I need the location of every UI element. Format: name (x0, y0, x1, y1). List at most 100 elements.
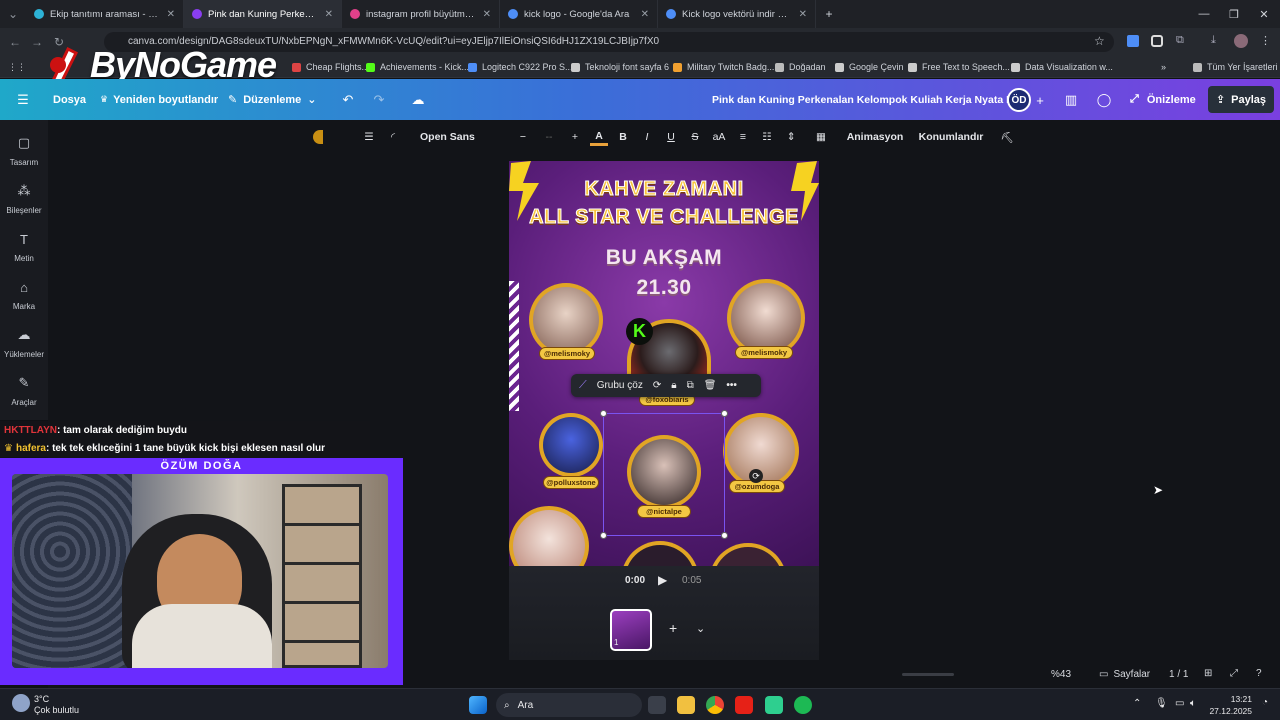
preview-button[interactable]: ⤢ Önizleme (1130, 79, 1196, 120)
puzzle-extensions-icon[interactable]: ⧉ (1176, 34, 1184, 47)
underline-button[interactable]: U (662, 124, 680, 150)
bullet-list-icon[interactable]: ☷ (758, 124, 776, 150)
analytics-chart-icon[interactable]: ▥ (1062, 91, 1080, 109)
close-tab-icon[interactable]: ✕ (167, 9, 175, 20)
browser-tab-active[interactable]: Pink dan Kuning Perkenalan Ke ✕ (184, 0, 342, 28)
sidebar-item-tools[interactable]: ✎ Araçlar (0, 372, 48, 418)
volume-icon[interactable]: 🔈︎ (1190, 698, 1196, 709)
browser-tab[interactable]: instagram profil büyütme insta ✕ (342, 0, 500, 28)
extension-icon[interactable] (1151, 35, 1163, 47)
play-icon[interactable]: ▶ (658, 573, 667, 587)
browser-tab[interactable]: Kick logo vektörü indir Kick ya ✕ (658, 0, 816, 28)
curve-icon[interactable]: ◜ (384, 124, 402, 150)
all-bookmarks-folder[interactable]: Tüm Yer İşaretleri (1193, 60, 1278, 74)
translate-icon[interactable] (1127, 35, 1139, 47)
clock-time[interactable]: 13:21 (1202, 694, 1252, 704)
line-weight-icon[interactable]: ☰ (360, 124, 378, 150)
sidebar-item-uploads[interactable]: ☁ Yüklemeler (0, 324, 48, 370)
text-color-icon[interactable]: A (590, 128, 608, 146)
bookmark-item[interactable]: Data Visualization w... (1011, 60, 1113, 74)
bookmark-item[interactable]: Cheap Flights... (292, 60, 369, 74)
file-menu[interactable]: Dosya (53, 79, 86, 120)
taskbar-search[interactable]: ⌕ Ara (496, 693, 642, 717)
clock-date[interactable]: 27.12.2025 (1202, 706, 1252, 716)
hamburger-menu-icon[interactable]: ☰ (14, 91, 32, 109)
minimize-window-icon[interactable]: — (1189, 0, 1219, 28)
font-size-input[interactable]: -- (534, 124, 564, 150)
close-window-icon[interactable]: ✕ (1249, 0, 1279, 28)
close-tab-icon[interactable]: ✕ (799, 9, 807, 20)
page-thumbnail[interactable]: 1 (610, 609, 652, 651)
grid-view-icon[interactable]: ⊞ (1204, 668, 1212, 679)
bookmark-item[interactable]: Google Çevin (835, 60, 904, 74)
more-bookmarks-icon[interactable]: » (1161, 60, 1166, 74)
file-explorer-icon[interactable] (677, 696, 695, 714)
browser-tab[interactable]: Ekip tanıtımı araması - Canva ✕ (26, 0, 184, 28)
zoom-slider[interactable] (902, 673, 954, 676)
design-title[interactable]: Pink dan Kuning Perkenalan Kelompok Kuli… (712, 79, 1024, 120)
new-tab-plus-icon[interactable]: + (816, 3, 842, 25)
transparency-icon[interactable]: ▦ (812, 124, 830, 150)
rotate-handle-icon[interactable]: ⟳ (749, 469, 763, 483)
sidebar-item-elements[interactable]: ⁂ Bileşenler (0, 180, 48, 226)
animation-button[interactable]: Animasyon (844, 124, 906, 150)
comment-icon[interactable]: ◯ (1095, 91, 1113, 109)
profile-handle[interactable]: @melismoky (539, 347, 595, 360)
download-icon[interactable]: ⤓ (1211, 34, 1216, 47)
profile-photo[interactable] (529, 283, 603, 357)
bookmark-item[interactable]: Free Text to Speech... (908, 60, 1010, 74)
sidebar-item-brand[interactable]: ⌂ Marka (0, 276, 48, 322)
redo-icon[interactable]: ↷ (370, 91, 388, 109)
poster-line-2[interactable]: ALL STAR VE CHALLENGE (509, 206, 819, 229)
browser-menu-icon[interactable]: ⋮ (1260, 34, 1271, 47)
spotify-icon[interactable] (794, 696, 812, 714)
magic-wand-icon[interactable]: ⟋ (579, 379, 587, 392)
notifications-icon[interactable]: ◔ (1262, 697, 1268, 708)
resize-handle[interactable] (600, 532, 607, 539)
add-collaborator-plus-icon[interactable]: + (1031, 91, 1049, 109)
bold-button[interactable]: B (614, 124, 632, 150)
font-size-increase-icon[interactable]: + (566, 124, 584, 150)
youtube-icon[interactable] (735, 696, 753, 714)
share-button[interactable]: ⇪ Paylaş (1208, 86, 1274, 113)
font-size-decrease-icon[interactable]: − (514, 124, 532, 150)
ungroup-button[interactable]: Grubu çöz (597, 380, 643, 391)
spacing-icon[interactable]: ⇕ (782, 124, 800, 150)
strikethrough-button[interactable]: S (686, 124, 704, 150)
poster-line-3[interactable]: BU AKŞAM (509, 246, 819, 270)
resize-handle[interactable] (721, 410, 728, 417)
resize-handle[interactable] (721, 532, 728, 539)
tab-search-icon[interactable]: ⌄ (0, 3, 26, 25)
sidebar-item-design[interactable]: ▢ Tasarım (0, 132, 48, 178)
expand-timeline-chevron-icon[interactable]: ⌄ (696, 622, 705, 635)
zoom-level[interactable]: %43 (1051, 669, 1071, 680)
tray-chevron-icon[interactable]: ⌃ (1133, 698, 1141, 709)
chrome-icon[interactable] (706, 696, 724, 714)
resize-button[interactable]: ♛ Yeniden boyutlandır (100, 79, 218, 120)
duplicate-icon[interactable]: ⧉ (687, 380, 694, 391)
close-tab-icon[interactable]: ✕ (325, 9, 333, 20)
help-icon[interactable]: ? (1256, 668, 1262, 679)
paint-roller-icon[interactable]: ⛏ (998, 124, 1016, 150)
profile-handle[interactable]: @melismoky (735, 346, 793, 359)
undo-icon[interactable]: ↶ (339, 91, 357, 109)
profile-photo[interactable] (621, 541, 699, 566)
more-options-icon[interactable]: ••• (726, 380, 737, 391)
close-tab-icon[interactable]: ✕ (641, 9, 649, 20)
close-tab-icon[interactable]: ✕ (483, 9, 491, 20)
restore-window-icon[interactable]: ❐ (1219, 0, 1249, 28)
bookmark-item[interactable]: Teknoloji font sayfa 6 (571, 60, 669, 74)
apps-grid-icon[interactable]: ⋮⋮ (8, 60, 26, 74)
fullscreen-icon[interactable]: ⤢ (1230, 668, 1238, 679)
windows-start-icon[interactable] (469, 696, 487, 714)
resize-handle[interactable] (600, 410, 607, 417)
profile-handle[interactable]: @polluxstone (543, 476, 599, 489)
weather-desc[interactable]: Çok bulutlu (34, 705, 79, 715)
user-avatar[interactable]: ÖD (1007, 88, 1031, 112)
bookmark-item[interactable]: Military Twitch Badg... (673, 60, 774, 74)
selection-box[interactable] (600, 410, 728, 539)
font-family-select[interactable]: Open Sans (414, 124, 504, 150)
network-icon[interactable]: ▭ (1175, 698, 1184, 709)
back-arrow-icon[interactable]: ← (4, 31, 26, 53)
bookmark-folder[interactable]: Doğadan (775, 60, 826, 74)
